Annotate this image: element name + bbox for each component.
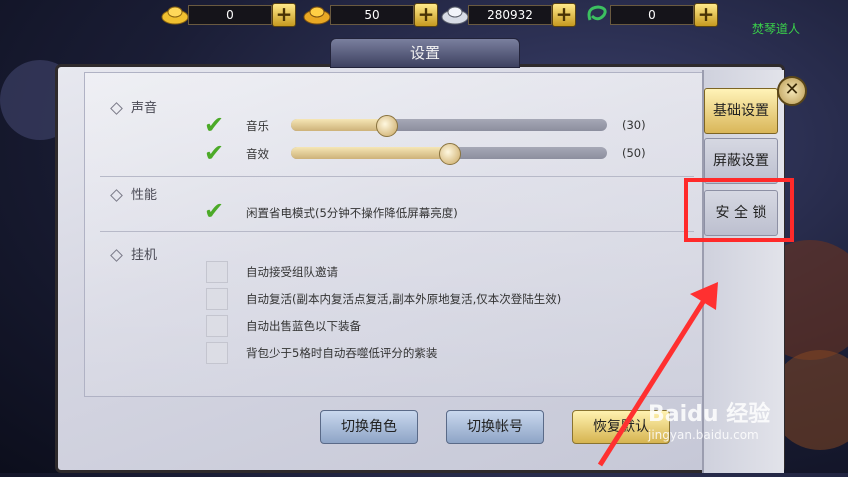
music-checkbox[interactable]: ✔ xyxy=(204,111,228,139)
music-slider-fill xyxy=(291,119,386,131)
highlight-box xyxy=(684,178,794,242)
checkmark-icon: ✔ xyxy=(204,111,225,139)
sfx-slider-handle[interactable] xyxy=(439,143,461,165)
auto-accept-team-label: 自动接受组队邀请 xyxy=(246,265,338,279)
currency-value: 50 xyxy=(330,5,414,25)
currency-value: 280932 xyxy=(468,5,552,25)
section-idle: 挂机 xyxy=(110,244,158,263)
diamond-icon xyxy=(110,249,123,262)
diamond-icon xyxy=(110,189,123,202)
dialog-title: 设置 xyxy=(330,38,520,68)
power-save-checkbox[interactable]: ✔ xyxy=(204,197,228,225)
watermark-brand: Baidu 经验 xyxy=(648,402,771,427)
auto-sell-checkbox[interactable] xyxy=(206,315,228,337)
music-label: 音乐 xyxy=(246,119,269,133)
power-save-label: 闲置省电模式(5分钟不操作降低屏幕亮度) xyxy=(246,206,458,220)
close-button[interactable]: ✕ xyxy=(777,76,807,106)
player-name: 焚琴道人 xyxy=(752,22,801,36)
divider xyxy=(100,231,694,232)
music-slider[interactable] xyxy=(291,115,607,137)
section-performance: 性能 xyxy=(110,184,158,203)
add-bound-gold-button[interactable]: + xyxy=(414,3,438,27)
switch-account-button[interactable]: 切换帐号 xyxy=(446,410,544,444)
auto-revive-label: 自动复活(副本内复活点复活,副本外原地复活,仅本次登陆生效) xyxy=(246,292,562,306)
currency-value: 0 xyxy=(188,5,272,25)
add-jade-button[interactable]: + xyxy=(694,3,718,27)
section-sound: 声音 xyxy=(110,97,158,116)
add-silver-button[interactable]: + xyxy=(552,3,576,27)
switch-role-button[interactable]: 切换角色 xyxy=(320,410,418,444)
sfx-slider[interactable] xyxy=(291,143,607,165)
auto-revive-checkbox[interactable] xyxy=(206,288,228,310)
silver-ingot-icon xyxy=(440,2,470,26)
music-value: (30) xyxy=(622,118,646,132)
section-title: 性能 xyxy=(131,188,158,203)
close-icon: ✕ xyxy=(784,79,800,100)
watermark-url: jingyan.baidu.com xyxy=(648,428,759,442)
jade-icon xyxy=(582,2,612,26)
auto-sell-label: 自动出售蓝色以下装备 xyxy=(246,319,361,333)
currency-value: 0 xyxy=(610,5,694,25)
gold-ingot-icon xyxy=(302,2,332,26)
diamond-icon xyxy=(110,102,123,115)
tab-basic-settings[interactable]: 基础设置 xyxy=(704,88,778,134)
auto-accept-team-checkbox[interactable] xyxy=(206,261,228,283)
checkmark-icon: ✔ xyxy=(204,197,225,225)
music-slider-handle[interactable] xyxy=(375,115,398,137)
sfx-checkbox[interactable]: ✔ xyxy=(204,139,228,167)
baidu-watermark: Baidu 经验 jingyan.baidu.com xyxy=(648,396,770,442)
add-gold-button[interactable]: + xyxy=(272,3,296,27)
gold-ingot-icon xyxy=(160,2,190,26)
sfx-slider-fill xyxy=(291,147,449,159)
sfx-value: (50) xyxy=(622,146,646,160)
sfx-label: 音效 xyxy=(246,147,269,161)
section-title: 声音 xyxy=(131,101,158,116)
auto-devour-checkbox[interactable] xyxy=(206,342,228,364)
auto-devour-label: 背包少于5格时自动吞噬低评分的紫装 xyxy=(246,346,438,360)
checkmark-icon: ✔ xyxy=(204,139,225,167)
section-title: 挂机 xyxy=(131,248,158,263)
divider xyxy=(100,176,694,177)
